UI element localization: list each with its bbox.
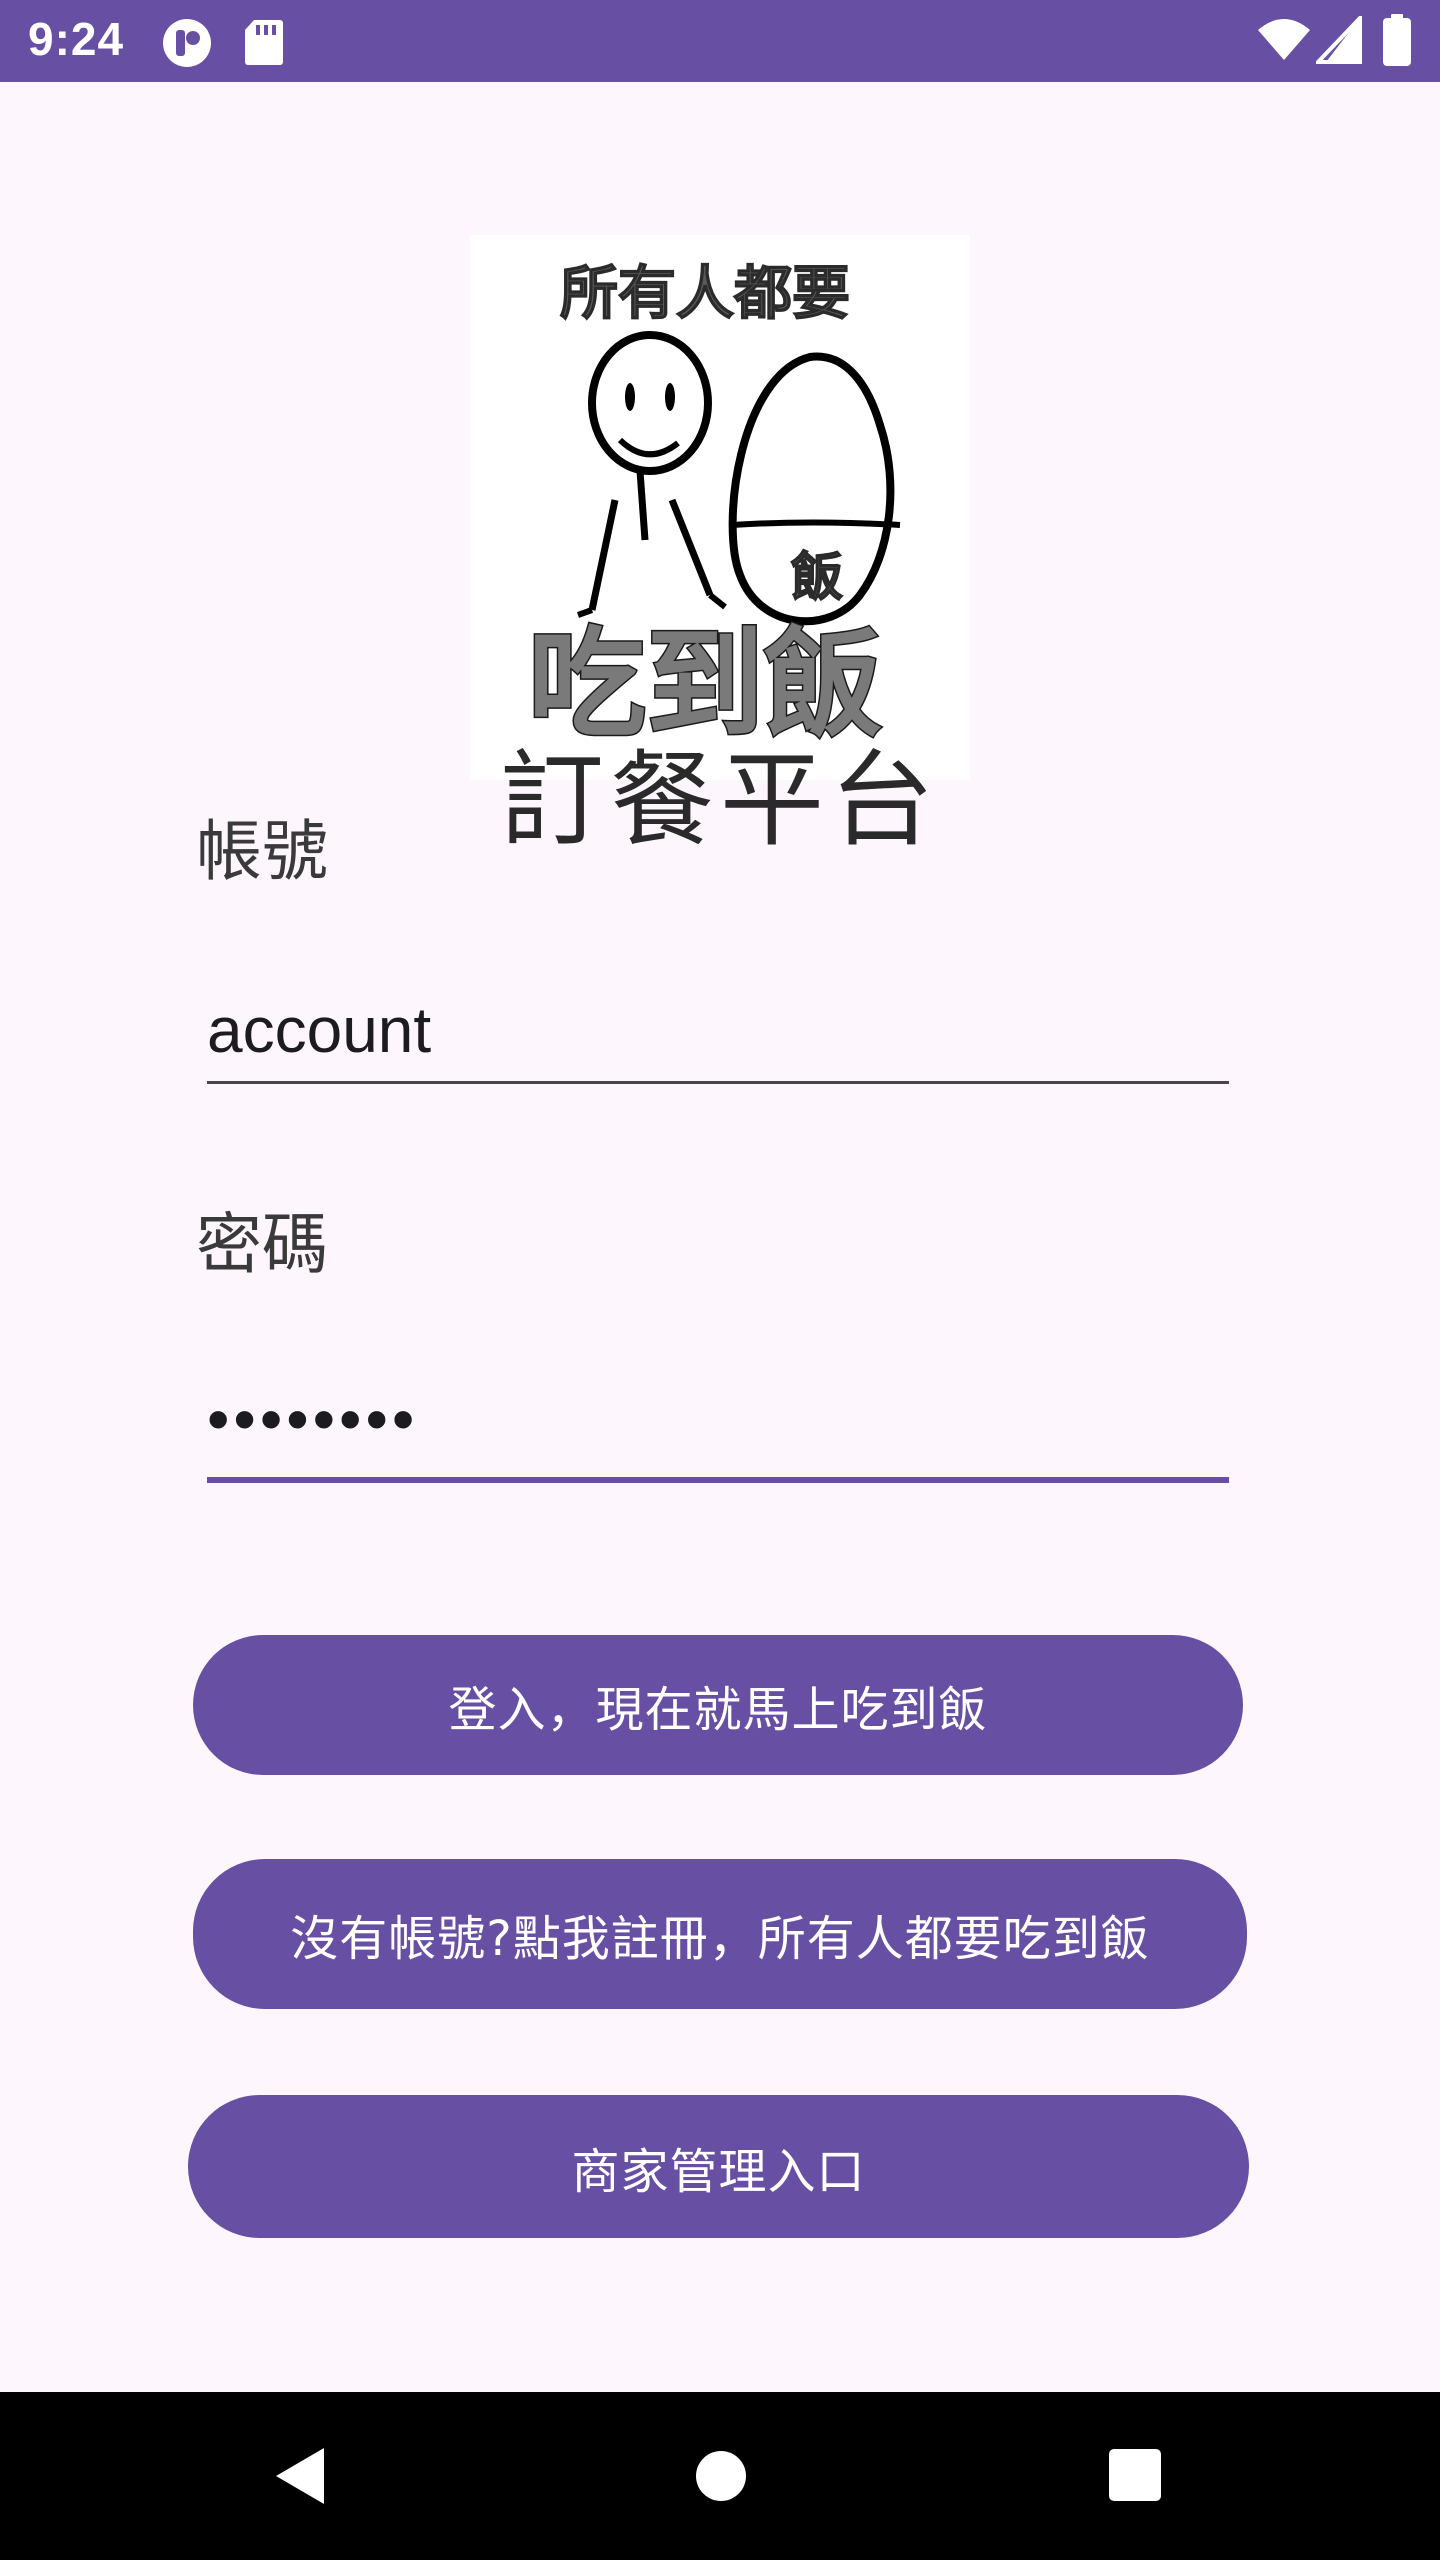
status-time: 9:24: [28, 13, 125, 65]
home-icon[interactable]: [695, 2450, 747, 2506]
status-bar: 9:24: [0, 0, 1440, 82]
recents-icon[interactable]: [1108, 2448, 1162, 2506]
app-notification-icon: [162, 18, 212, 72]
account-label: 帳號: [196, 813, 328, 890]
logo-bowl-text: 飯: [791, 548, 843, 608]
account-underline: [207, 1081, 1229, 1084]
password-underline: [207, 1477, 1229, 1483]
sd-card-icon: [244, 18, 284, 70]
password-label: 密碼: [196, 1206, 328, 1283]
logo-top-text: 所有人都要: [560, 259, 850, 327]
signal-icon: [1313, 13, 1362, 68]
password-input[interactable]: [207, 1364, 1229, 1474]
navigation-bar: [0, 2392, 1440, 2560]
register-button[interactable]: 沒有帳號?點我註冊，所有人都要吃到飯: [193, 1859, 1247, 2009]
merchant-entry-button[interactable]: 商家管理入口: [188, 2095, 1249, 2238]
battery-icon: [1382, 14, 1412, 70]
wifi-icon: [1256, 16, 1312, 66]
login-button[interactable]: 登入，現在就馬上吃到飯: [193, 1635, 1243, 1775]
logo-bottom-text: 吃到飯: [528, 615, 882, 753]
account-input[interactable]: [207, 975, 1229, 1085]
app-logo-image: .lt { font-family:"DejaVu Sans",sans-ser…: [470, 235, 970, 780]
page-title: 訂餐平台: [499, 739, 940, 861]
back-icon[interactable]: [272, 2444, 328, 2512]
